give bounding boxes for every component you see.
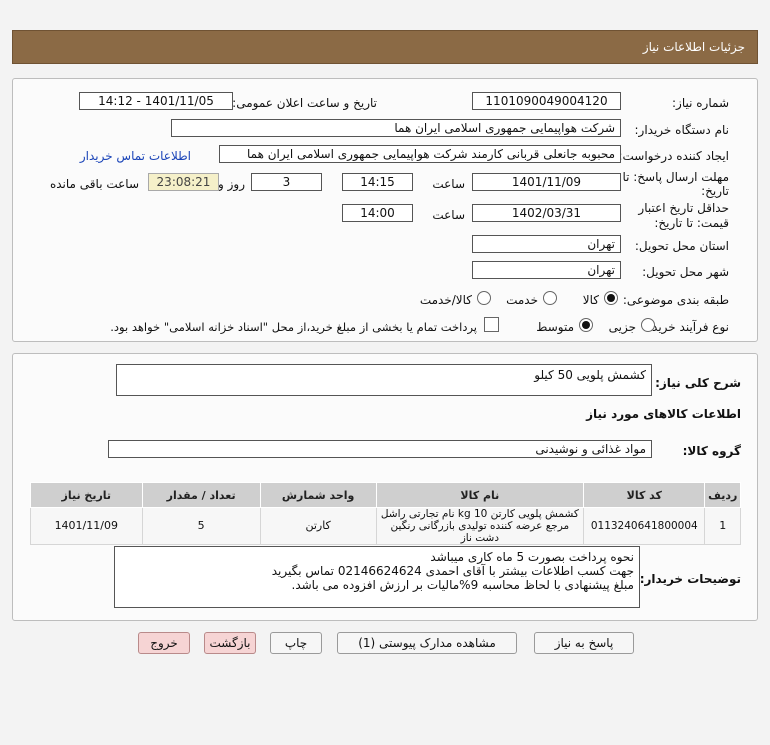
announce-label: تاریخ و ساعت اعلان عمومی: — [232, 96, 377, 110]
remaining-label: ساعت باقی مانده — [49, 177, 139, 191]
cell-unit: کارتن — [259, 507, 377, 545]
description-label: شرح کلی نیاز: — [655, 376, 741, 390]
goods-section-title: اطلاعات کالاهای مورد نیاز — [586, 407, 741, 421]
cell-code: 0113240641800004 — [583, 507, 706, 545]
back-button[interactable]: بازگشت — [204, 632, 256, 654]
cell-date: 1401/11/09 — [30, 507, 143, 545]
col-unit: واحد شمارش — [259, 482, 377, 508]
attachments-button[interactable]: مشاهده مدارک پیوستی (1) — [337, 632, 517, 654]
col-name: نام کالا — [375, 482, 585, 508]
validity-time-label: ساعت — [432, 208, 465, 222]
category-label: طبقه بندی موضوعی: — [622, 293, 729, 307]
days-label: روز و — [218, 177, 245, 191]
validity-label-date: قیمت: تا تاریخ: — [654, 216, 729, 230]
buyer-note-line-3: مبلغ پیشنهادی با لحاظ محاسبه 9%مالیات بر… — [291, 578, 634, 592]
buyer-notes-field: نحوه پرداخت بصورت 5 ماه کاری میباشد جهت … — [114, 546, 640, 608]
validity-label: حداقل تاریخ اعتبار — [638, 201, 729, 215]
province-label: استان محل تحویل: — [634, 239, 729, 253]
description-field: کشمش پلویی 50 کیلو — [116, 364, 652, 396]
goods-group-label: گروه کالا: — [682, 444, 741, 458]
cell-qty: 5 — [141, 507, 261, 545]
deadline-label-date: تاریخ: — [701, 184, 729, 198]
reply-button[interactable]: پاسخ به نیاز — [534, 632, 634, 654]
province-field: تهران — [472, 235, 621, 253]
buyer-field: شرکت هواپیمایی جمهوری اسلامی ایران هما — [171, 119, 621, 137]
need-number-field: 1101090049004120 — [472, 92, 621, 110]
description-panel: شرح کلی نیاز: کشمش پلویی 50 کیلو اطلاعات… — [12, 353, 758, 621]
goods-table-header: ردیف کد کالا نام کالا واحد شمارش تعداد /… — [30, 482, 741, 508]
buyer-label: نام دستگاه خریدار: — [634, 123, 730, 137]
category-radio-goods[interactable] — [604, 291, 618, 305]
category-option-goods: کالا — [582, 293, 599, 307]
remaining-time-field: 23:08:21 — [148, 173, 219, 191]
process-option-minor: جزیی — [608, 320, 636, 334]
category-radio-service[interactable] — [543, 291, 557, 305]
print-button[interactable]: چاپ — [270, 632, 322, 654]
deadline-time-field: 14:15 — [342, 173, 413, 191]
col-qty: تعداد / مقدار — [141, 482, 261, 508]
category-radio-goods-service[interactable] — [477, 291, 491, 305]
process-option-medium: متوسط — [536, 320, 574, 334]
city-label: شهر محل تحویل: — [642, 265, 729, 279]
page-title: جزئیات اطلاعات نیاز — [642, 40, 745, 54]
col-date: تاریخ نیاز — [30, 482, 143, 508]
goods-group-field: مواد غذائی و نوشیدنی — [108, 440, 652, 458]
buyer-note-line-1: نحوه پرداخت بصورت 5 ماه کاری میباشد — [430, 550, 634, 564]
days-field: 3 — [251, 173, 322, 191]
page-header: جزئیات اطلاعات نیاز — [12, 30, 758, 64]
category-option-service: خدمت — [506, 293, 538, 307]
payment-note: پرداخت تمام یا بخشی از مبلغ خرید،از محل … — [110, 320, 477, 334]
creator-label: ایجاد کننده درخواست: — [618, 149, 729, 163]
category-option-goods-service: کالا/خدمت — [419, 293, 472, 307]
details-panel: شماره نیاز: 1101090049004120 تاریخ و ساع… — [12, 78, 758, 342]
deadline-date-field: 1401/11/09 — [472, 173, 621, 191]
cell-name: کشمش پلویی کارتن 10 kg نام تجارتی راشل م… — [375, 507, 585, 545]
process-label: نوع فرآیند خرید : — [644, 320, 729, 334]
need-number-label: شماره نیاز: — [672, 96, 729, 110]
exit-button[interactable]: خروج — [138, 632, 190, 654]
announce-field: 1401/11/05 - 14:12 — [79, 92, 233, 110]
buyer-contact-link[interactable]: اطلاعات تماس خریدار — [80, 149, 191, 163]
validity-date-field: 1402/03/31 — [472, 204, 621, 222]
buyer-note-line-2: جهت کسب اطلاعات بیشتر با آقای احمدی 0214… — [271, 564, 634, 578]
treasury-checkbox[interactable] — [484, 317, 499, 332]
buyer-notes-label: توضیحات خریدار: — [639, 572, 741, 586]
col-code: کد کالا — [583, 482, 706, 508]
validity-time-field: 14:00 — [342, 204, 413, 222]
cell-row: 1 — [704, 507, 741, 545]
goods-table: ردیف کد کالا نام کالا واحد شمارش تعداد /… — [30, 482, 741, 545]
process-radio-minor[interactable] — [641, 318, 655, 332]
city-field: تهران — [472, 261, 621, 279]
creator-field: محبوبه جانعلی قربانی کارمند شرکت هواپیما… — [219, 145, 621, 163]
col-row: ردیف — [704, 482, 741, 508]
deadline-label: مهلت ارسال پاسخ: تا — [622, 170, 729, 184]
deadline-time-label: ساعت — [432, 177, 465, 191]
process-radio-medium[interactable] — [579, 318, 593, 332]
table-row: 1 0113240641800004 کشمش پلویی کارتن 10 k… — [30, 507, 741, 545]
